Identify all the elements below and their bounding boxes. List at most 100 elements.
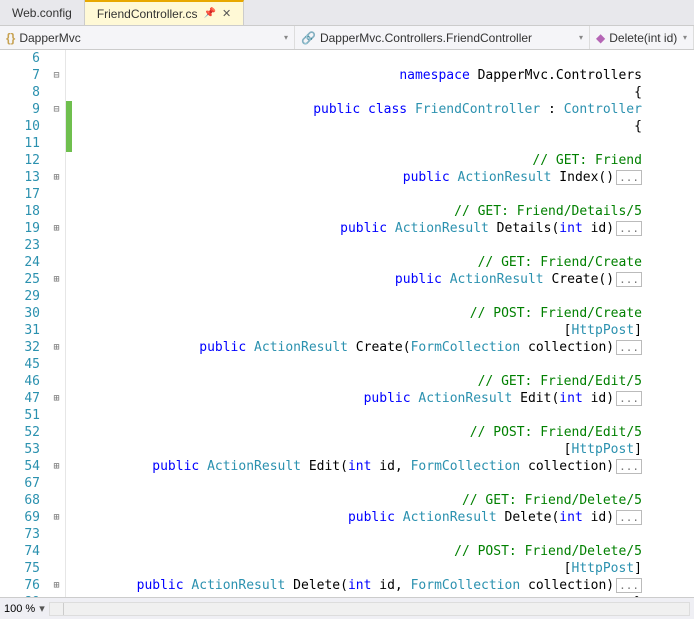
code-line[interactable]: 53 [HttpPost] [0,441,642,458]
expand-icon[interactable]: ⊞ [48,220,66,237]
code-text[interactable]: // POST: Friend/Create [72,305,642,322]
code-editor[interactable]: 67 ⊟ namespace DapperMvc.Controllers8 {9⊟ … [0,50,694,597]
code-text[interactable]: // GET: Friend [72,152,642,169]
chevron-down-icon: ▾ [683,33,687,42]
nav-method-dropdown[interactable]: ◆ Delete(int id) ▾ [590,26,694,49]
code-line[interactable]: 8 { [0,84,642,101]
code-text[interactable]: public ActionResult Edit(int id)... [72,390,642,407]
line-number: 31 [0,322,48,339]
code-line[interactable]: 52 // POST: Friend/Edit/5 [0,424,642,441]
line-number: 54 [0,458,48,475]
code-line[interactable]: 67 [0,475,642,492]
outline-gutter [48,118,66,135]
code-text[interactable]: public ActionResult Delete(int id)... [72,509,642,526]
code-text[interactable]: public ActionResult Index()... [72,169,642,186]
code-text[interactable] [72,526,642,543]
code-text[interactable]: public ActionResult Details(int id)... [72,220,642,237]
line-number: 13 [0,169,48,186]
scroll-left-button[interactable] [50,603,64,615]
collapse-icon[interactable]: ⊟ [48,67,66,84]
code-text[interactable]: { [72,84,642,101]
tab-friendcontroller[interactable]: FriendController.cs 📌 ✕ [85,0,244,25]
code-text[interactable]: // GET: Friend/Create [72,254,642,271]
code-line[interactable]: 23 [0,237,642,254]
code-line[interactable]: 69⊞ public ActionResult Delete(int id)..… [0,509,642,526]
code-text[interactable] [72,237,642,254]
code-text[interactable]: public ActionResult Edit(int id, FormCol… [72,458,642,475]
line-number: 46 [0,373,48,390]
code-line[interactable]: 7⊟namespace DapperMvc.Controllers [0,67,642,84]
code-line[interactable]: 10 { [0,118,642,135]
code-text[interactable] [72,407,642,424]
code-line[interactable]: 18 // GET: Friend/Details/5 [0,203,642,220]
expand-icon[interactable]: ⊞ [48,271,66,288]
code-line[interactable]: 12 // GET: Friend [0,152,642,169]
code-line[interactable]: 30 // POST: Friend/Create [0,305,642,322]
expand-icon[interactable]: ⊞ [48,509,66,526]
code-text[interactable] [72,186,642,203]
outline-gutter [48,322,66,339]
code-text[interactable]: [HttpPost] [72,560,642,577]
code-line[interactable]: 6 [0,50,642,67]
code-line[interactable]: 51 [0,407,642,424]
chevron-down-icon[interactable]: ▾ [39,602,45,615]
pin-icon[interactable]: 📌 [204,8,216,19]
nav-class-dropdown[interactable]: 🔗 DapperMvc.Controllers.FriendController… [295,26,590,49]
code-line[interactable]: 13⊞ public ActionResult Index()... [0,169,642,186]
code-text[interactable]: public ActionResult Delete(int id, FormC… [72,577,642,594]
zoom-level[interactable]: 100 % [4,603,35,615]
line-number: 68 [0,492,48,509]
code-text[interactable] [72,475,642,492]
code-text[interactable] [72,288,642,305]
code-text[interactable]: // GET: Friend/Edit/5 [72,373,642,390]
code-line[interactable]: 74 // POST: Friend/Delete/5 [0,543,642,560]
code-line[interactable]: 73 [0,526,642,543]
collapse-icon[interactable]: ⊟ [48,101,66,118]
code-text[interactable] [72,50,642,67]
code-text[interactable]: { [72,118,642,135]
code-text[interactable]: public ActionResult Create()... [72,271,642,288]
code-text[interactable]: namespace DapperMvc.Controllers [72,67,642,84]
code-line[interactable]: 9⊟ public class FriendController : Contr… [0,101,642,118]
code-text[interactable]: // GET: Friend/Delete/5 [72,492,642,509]
code-line[interactable]: 45 [0,356,642,373]
expand-icon[interactable]: ⊞ [48,458,66,475]
code-line[interactable]: 75 [HttpPost] [0,560,642,577]
code-line[interactable]: 46 // GET: Friend/Edit/5 [0,373,642,390]
code-text[interactable]: public ActionResult Create(FormCollectio… [72,339,642,356]
code-line[interactable]: 29 [0,288,642,305]
line-number: 45 [0,356,48,373]
code-text[interactable]: [HttpPost] [72,441,642,458]
code-line[interactable]: 19⊞ public ActionResult Details(int id).… [0,220,642,237]
expand-icon[interactable]: ⊞ [48,169,66,186]
line-number: 73 [0,526,48,543]
code-line[interactable]: 25⊞ public ActionResult Create()... [0,271,642,288]
expand-icon[interactable]: ⊞ [48,339,66,356]
code-line[interactable]: 47⊞ public ActionResult Edit(int id)... [0,390,642,407]
code-text[interactable]: [HttpPost] [72,322,642,339]
code-text[interactable]: // GET: Friend/Details/5 [72,203,642,220]
tab-webconfig[interactable]: Web.config [0,0,85,25]
code-text[interactable]: // POST: Friend/Delete/5 [72,543,642,560]
horizontal-scrollbar[interactable] [49,602,690,616]
code-line[interactable]: 54⊞ public ActionResult Edit(int id, For… [0,458,642,475]
code-text[interactable]: public class FriendController : Controll… [72,101,642,118]
code-text[interactable] [72,356,642,373]
outline-gutter [48,152,66,169]
code-line[interactable]: 31 [HttpPost] [0,322,642,339]
nav-project-dropdown[interactable]: {} DapperMvc ▾ [0,26,295,49]
code-line[interactable]: 24 // GET: Friend/Create [0,254,642,271]
code-line[interactable]: 32⊞ public ActionResult Create(FormColle… [0,339,642,356]
code-text[interactable] [72,135,642,152]
code-line[interactable]: 76⊞ public ActionResult Delete(int id, F… [0,577,642,594]
expand-icon[interactable]: ⊞ [48,577,66,594]
line-number: 18 [0,203,48,220]
code-line[interactable]: 68 // GET: Friend/Delete/5 [0,492,642,509]
code-line[interactable]: 17 [0,186,642,203]
nav-class-label: DapperMvc.Controllers.FriendController [320,31,532,45]
expand-icon[interactable]: ⊞ [48,390,66,407]
code-line[interactable]: 11 [0,135,642,152]
method-icon: ◆ [596,31,605,45]
close-icon[interactable]: ✕ [222,7,231,20]
code-text[interactable]: // POST: Friend/Edit/5 [72,424,642,441]
